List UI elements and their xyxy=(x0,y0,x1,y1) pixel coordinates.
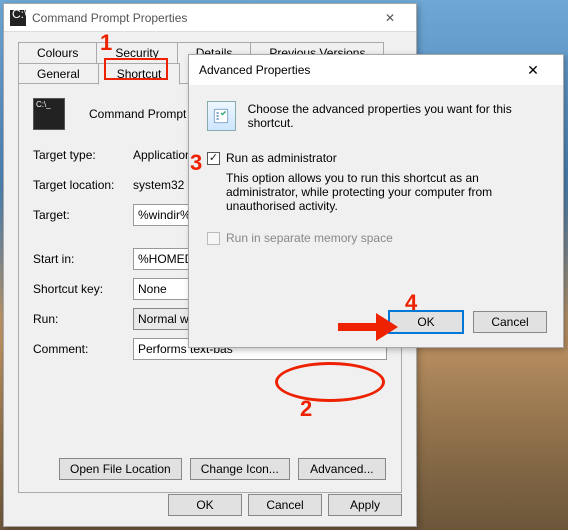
properties-title: Command Prompt Properties xyxy=(32,11,370,25)
advanced-title-bar: Advanced Properties ✕ xyxy=(189,55,563,85)
run-as-admin-label: Run as administrator xyxy=(226,151,337,165)
comment-label: Comment: xyxy=(33,342,133,356)
shortcut-key-label: Shortcut key: xyxy=(33,282,133,296)
properties-ok-button[interactable]: OK xyxy=(168,494,242,516)
checklist-icon xyxy=(207,101,236,131)
properties-cancel-button[interactable]: Cancel xyxy=(248,494,322,516)
advanced-intro-text: Choose the advanced properties you want … xyxy=(248,102,545,130)
run-label: Run: xyxy=(33,312,133,326)
target-location-label: Target location: xyxy=(33,178,133,192)
advanced-cancel-button[interactable]: Cancel xyxy=(473,311,547,333)
tab-colours[interactable]: Colours xyxy=(18,42,97,63)
run-as-admin-checkbox[interactable] xyxy=(207,152,220,165)
cmd-icon: C:\_ xyxy=(33,98,65,130)
tab-shortcut[interactable]: Shortcut xyxy=(98,63,181,85)
advanced-properties-window: Advanced Properties ✕ Choose the advance… xyxy=(188,54,564,348)
properties-title-bar: C:\ Command Prompt Properties ✕ xyxy=(4,4,416,32)
tab-security[interactable]: Security xyxy=(96,42,177,63)
advanced-ok-button[interactable]: OK xyxy=(389,311,463,333)
close-button[interactable]: ✕ xyxy=(370,6,410,30)
target-type-label: Target type: xyxy=(33,148,133,162)
target-label: Target: xyxy=(33,208,133,222)
open-file-location-button[interactable]: Open File Location xyxy=(59,458,182,480)
run-as-admin-description: This option allows you to run this short… xyxy=(226,171,536,213)
advanced-title: Advanced Properties xyxy=(199,63,513,77)
tab-general[interactable]: General xyxy=(18,63,99,84)
advanced-close-button[interactable]: ✕ xyxy=(513,56,553,84)
separate-memory-label: Run in separate memory space xyxy=(226,231,393,245)
shortcut-header-label: Command Prompt xyxy=(89,107,186,121)
svg-text:C:\: C:\ xyxy=(12,10,26,21)
properties-apply-button[interactable]: Apply xyxy=(328,494,402,516)
change-icon-button[interactable]: Change Icon... xyxy=(190,458,290,480)
advanced-button[interactable]: Advanced... xyxy=(298,458,386,480)
separate-memory-checkbox xyxy=(207,232,220,245)
start-in-label: Start in: xyxy=(33,252,133,266)
cmd-small-icon: C:\ xyxy=(10,10,26,26)
